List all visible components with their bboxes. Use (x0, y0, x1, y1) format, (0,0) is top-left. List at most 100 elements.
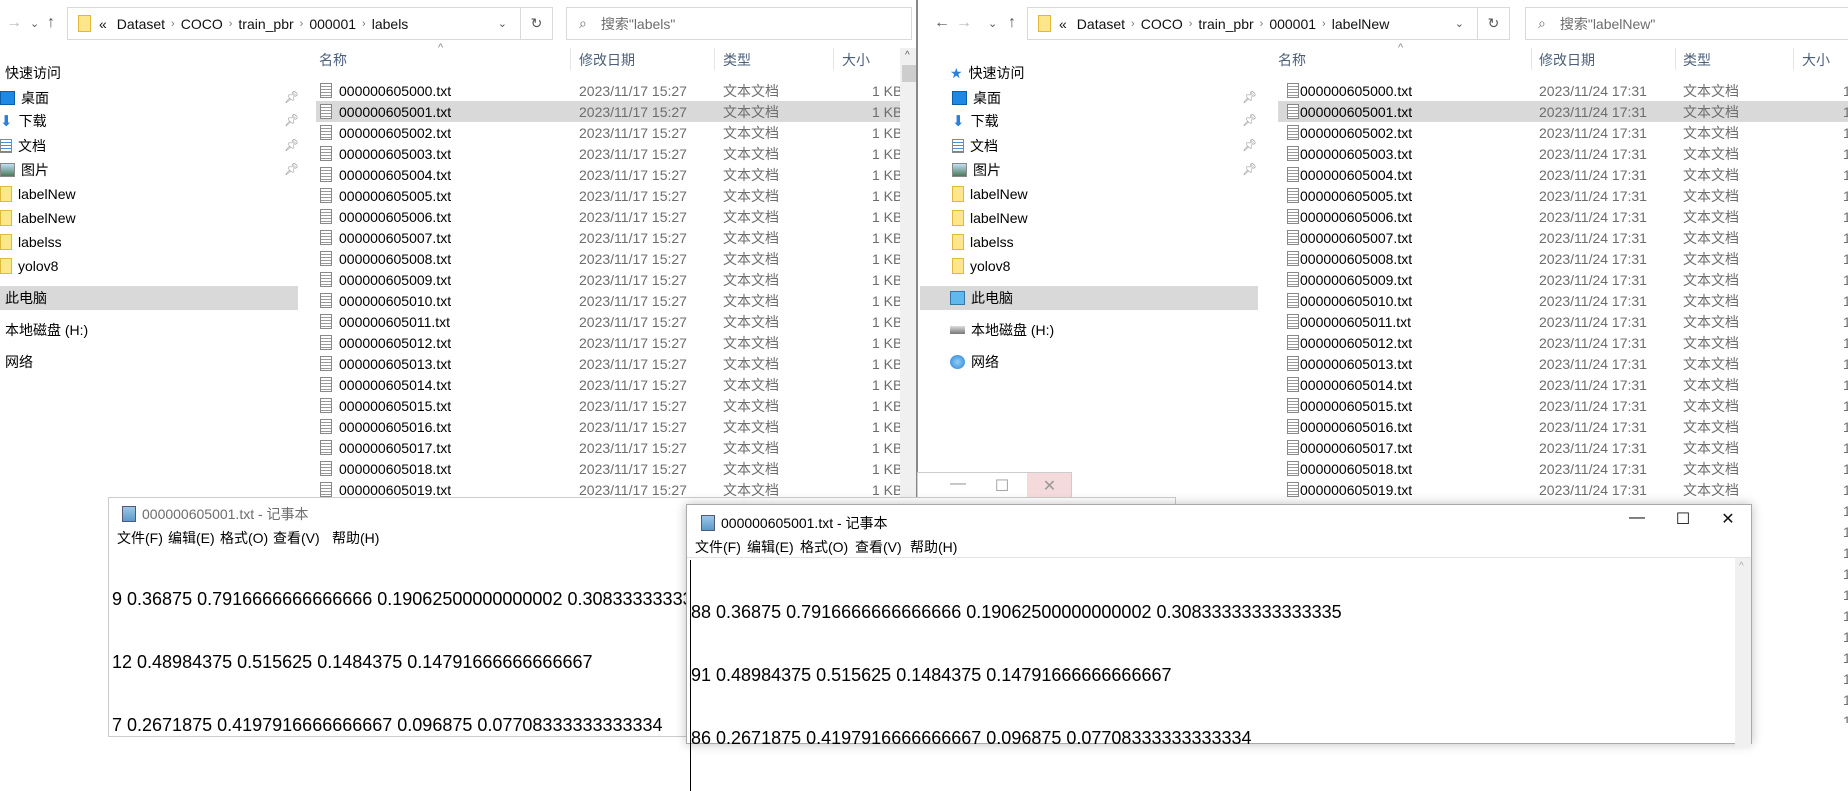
recent-locations-icon[interactable]: ⌄ (30, 17, 39, 30)
file-row[interactable]: 000000605004.txt 2023/11/24 17:31 文本文档 1 KB (1278, 164, 1848, 185)
file-row[interactable]: 000000605009.txt 2023/11/24 17:31 文本文档 1 KB (1278, 269, 1848, 290)
breadcrumb-item[interactable]: 000001 (309, 16, 356, 32)
file-row[interactable]: 000000605018.txt 2023/11/17 15:27 文本文档 1 KB (316, 458, 900, 479)
file-row[interactable]: 000000605013.txt 2023/11/24 17:31 文本文档 1 KB (1278, 353, 1848, 374)
file-row[interactable]: 000000605006.txt 2023/11/24 17:31 文本文档 1 KB (1278, 206, 1848, 227)
menu-file[interactable]: 文件(F) (117, 528, 163, 548)
scrollbar-thumb[interactable] (902, 65, 916, 82)
nav-item-desktop[interactable]: 桌面 (0, 86, 298, 110)
up-icon[interactable]: ↑ (47, 14, 55, 32)
nav-item-pictures[interactable]: 图片 (0, 158, 298, 182)
file-row[interactable]: 000000605014.txt 2023/11/24 17:31 文本文档 1 KB (1278, 374, 1848, 395)
menu-format[interactable]: 格式(O) (800, 537, 848, 557)
breadcrumb-item[interactable]: train_pbr (238, 16, 293, 32)
file-row[interactable]: 000000605012.txt 2023/11/17 15:27 文本文档 1 KB (316, 332, 900, 353)
breadcrumb-item[interactable]: 000001 (1269, 16, 1316, 32)
nav-item-pictures[interactable]: 图片 (920, 158, 1258, 182)
file-row[interactable]: 000000605007.txt 2023/11/24 17:31 文本文档 1 KB (1278, 227, 1848, 248)
nav-item-star[interactable]: 快速访问 (0, 61, 298, 85)
file-row[interactable]: 000000605004.txt 2023/11/17 15:27 文本文档 1 KB (316, 164, 900, 185)
nav-item-computer[interactable]: 此电脑 (0, 286, 298, 310)
file-row[interactable]: 000000605001.txt 2023/11/24 17:31 文本文档 1 KB (1278, 101, 1848, 122)
refresh-button[interactable]: ↻ (520, 8, 552, 39)
menu-view[interactable]: 查看(V) (855, 537, 902, 557)
column-divider[interactable] (570, 48, 571, 70)
file-row[interactable]: 000000605018.txt 2023/11/24 17:31 文本文档 1 KB (1278, 458, 1848, 479)
minimize-button[interactable]: — (948, 475, 968, 493)
search-box[interactable]: ⌕ 搜索"labels" (566, 7, 912, 40)
pin-icon[interactable]: 📌︎ (1242, 90, 1257, 104)
breadcrumb-separator-icon[interactable]: › (1189, 18, 1193, 30)
pin-icon[interactable]: 📌︎ (1242, 138, 1257, 152)
menu-format[interactable]: 格式(O) (220, 528, 268, 548)
breadcrumb-separator-icon[interactable]: › (300, 18, 304, 30)
nav-item-download[interactable]: ⬇ 下载 (920, 109, 1258, 133)
file-row[interactable]: 000000605003.txt 2023/11/17 15:27 文本文档 1 KB (316, 143, 900, 164)
breadcrumb-item[interactable]: COCO (181, 16, 223, 32)
file-row[interactable]: 000000605009.txt 2023/11/17 15:27 文本文档 1 KB (316, 269, 900, 290)
nav-item-desktop[interactable]: 桌面 (920, 86, 1258, 110)
column-type[interactable]: 类型 (723, 50, 751, 70)
address-bar[interactable]: « Dataset › COCO › train_pbr › 000001 › labels ⌄ ↻ (67, 7, 553, 40)
file-row[interactable]: 000000605011.txt 2023/11/17 15:27 文本文档 1 KB (316, 311, 900, 332)
menu-help[interactable]: 帮助(H) (910, 537, 957, 557)
menu-edit[interactable]: 编辑(E) (747, 537, 794, 557)
nav-item-network[interactable]: 网络 (920, 350, 1258, 374)
column-divider[interactable] (1793, 48, 1794, 70)
pin-icon[interactable]: 📌︎ (1242, 162, 1257, 176)
close-button[interactable]: ✕ (1713, 509, 1743, 529)
nav-item-folder[interactable]: labelNew (0, 182, 298, 206)
column-date[interactable]: 修改日期 (579, 50, 635, 70)
file-row[interactable]: 000000605016.txt 2023/11/17 15:27 文本文档 1 KB (316, 416, 900, 437)
address-dropdown-icon[interactable]: ⌄ (498, 17, 507, 30)
breadcrumb-separator-icon[interactable]: › (1131, 18, 1135, 30)
maximize-button[interactable]: ☐ (992, 476, 1012, 496)
file-row[interactable]: 000000605010.txt 2023/11/17 15:27 文本文档 1 KB (316, 290, 900, 311)
address-bar[interactable]: « Dataset › COCO › train_pbr › 000001 › labelNew ⌄… (1027, 7, 1510, 40)
nav-item-folder[interactable]: labelNew (920, 182, 1258, 206)
text-scrollbar[interactable]: ^ (1735, 558, 1751, 748)
nav-item-folder[interactable]: labelss (920, 230, 1258, 254)
menu-help[interactable]: 帮助(H) (332, 528, 379, 548)
nav-item-computer[interactable]: 此电脑 (920, 286, 1258, 310)
menu-file[interactable]: 文件(F) (695, 537, 741, 557)
column-date[interactable]: 修改日期 (1539, 50, 1595, 70)
refresh-button[interactable]: ↻ (1477, 8, 1509, 39)
nav-item-download[interactable]: ⬇ 下载 (0, 109, 298, 133)
nav-item-folder[interactable]: yolov8 (0, 254, 298, 278)
file-row[interactable]: 000000605000.txt 2023/11/17 15:27 文本文档 1 KB (316, 80, 900, 101)
nav-item-network[interactable]: 网络 (0, 350, 298, 374)
breadcrumb-item[interactable]: labels (372, 16, 409, 32)
file-row[interactable]: 000000605008.txt 2023/11/17 15:27 文本文档 1 KB (316, 248, 900, 269)
breadcrumb-separator-icon[interactable]: › (229, 18, 233, 30)
nav-item-drive[interactable]: 本地磁盘 (H:) (920, 318, 1258, 342)
menu-view[interactable]: 查看(V) (273, 528, 320, 548)
pin-icon[interactable]: 📌︎ (1242, 113, 1257, 127)
breadcrumb-overflow[interactable]: « (99, 16, 107, 32)
pin-icon[interactable]: 📌︎ (284, 90, 299, 104)
file-row[interactable]: 000000605014.txt 2023/11/17 15:27 文本文档 1 KB (316, 374, 900, 395)
scroll-up-icon[interactable]: ^ (1739, 561, 1744, 572)
file-row[interactable]: 000000605005.txt 2023/11/24 17:31 文本文档 1 KB (1278, 185, 1848, 206)
column-name[interactable]: 名称 (319, 50, 347, 70)
back-icon[interactable]: ← (934, 14, 950, 32)
file-row[interactable]: 000000605015.txt 2023/11/24 17:31 文本文档 1 KB (1278, 395, 1848, 416)
menu-edit[interactable]: 编辑(E) (168, 528, 215, 548)
scroll-up-icon[interactable]: ^ (905, 50, 910, 61)
pin-icon[interactable]: 📌︎ (284, 138, 299, 152)
file-row[interactable]: 000000605003.txt 2023/11/24 17:31 文本文档 1 KB (1278, 143, 1848, 164)
file-row[interactable]: 000000605008.txt 2023/11/24 17:31 文本文档 1 KB (1278, 248, 1848, 269)
nav-item-drive[interactable]: 本地磁盘 (H:) (0, 318, 298, 342)
column-name[interactable]: 名称 (1278, 50, 1306, 70)
file-row[interactable]: 000000605013.txt 2023/11/17 15:27 文本文档 1 KB (316, 353, 900, 374)
maximize-button[interactable]: ☐ (1668, 509, 1698, 529)
text-editor[interactable]: 9 0.36875 0.7916666666666666 0.190625000… (112, 547, 753, 778)
file-row[interactable]: 000000605010.txt 2023/11/24 17:31 文本文档 1 KB (1278, 290, 1848, 311)
forward-icon[interactable]: → (6, 14, 22, 32)
recent-locations-icon[interactable]: ⌄ (988, 17, 997, 30)
breadcrumb-separator-icon[interactable]: › (362, 18, 366, 30)
pin-icon[interactable]: 📌︎ (284, 162, 299, 176)
nav-item-document[interactable]: 文档 (0, 134, 298, 158)
breadcrumb-item[interactable]: labelNew (1332, 16, 1390, 32)
breadcrumb-overflow[interactable]: « (1059, 16, 1067, 32)
